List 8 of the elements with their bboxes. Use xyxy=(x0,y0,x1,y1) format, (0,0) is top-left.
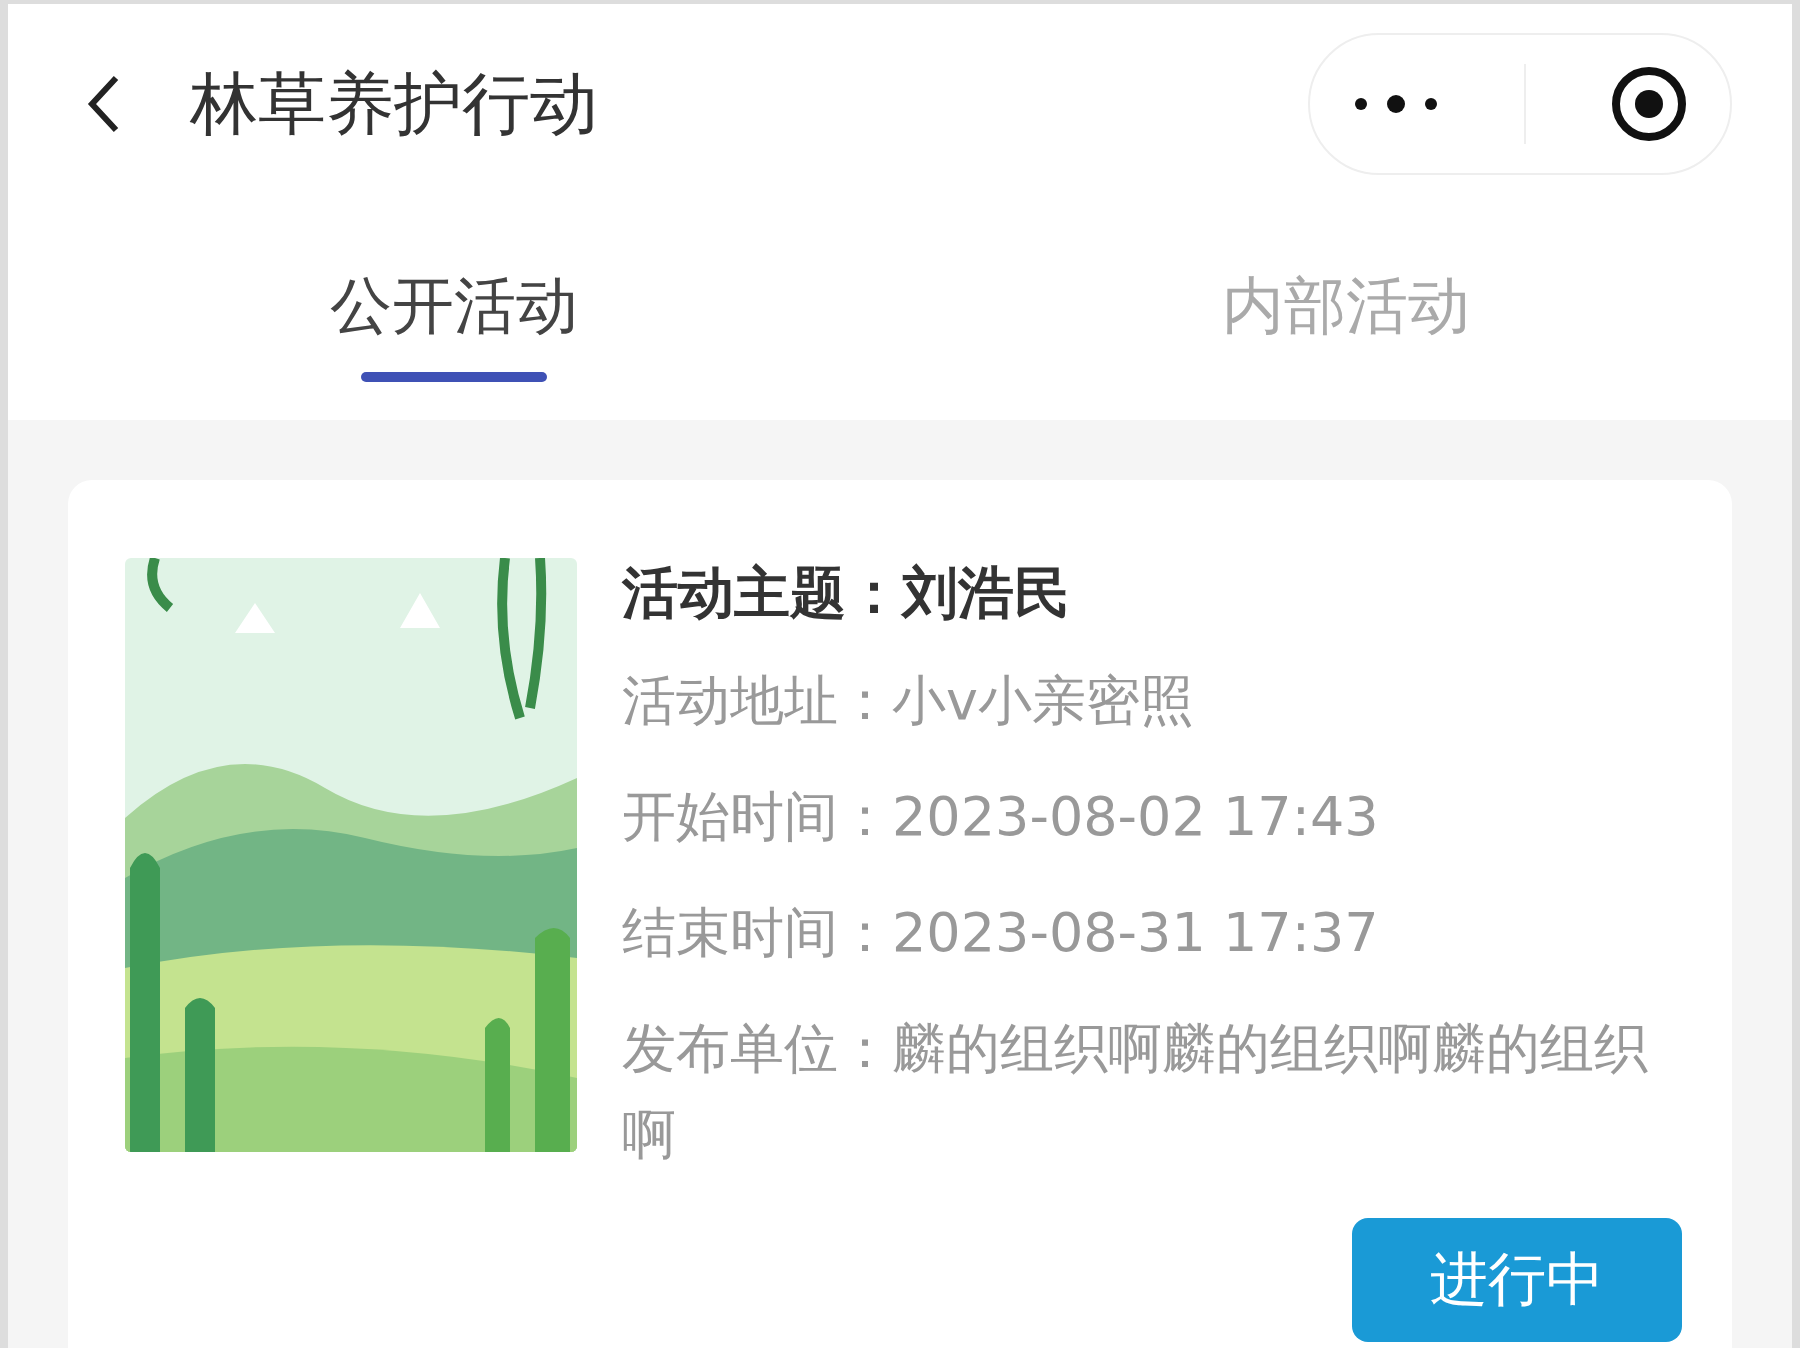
activity-subject: 活动主题：刘浩民 xyxy=(622,559,1071,627)
info-line: 开始时间：2023-08-02 17:43 xyxy=(622,784,1380,850)
tab[interactable]: 公开活动 xyxy=(8,204,900,420)
activity-card[interactable]: 活动主题：刘浩民 活动地址：小v小亲密照 开始时间：2023-08-02 17:43 结束时间：2023-08-31 17:37 发布单位：麟的组织啊麟的组织啊麟的组织啊 进行中 xyxy=(68,480,1732,1348)
info-line: 活动地址：小v小亲密照 xyxy=(622,668,1195,734)
page-title: 林草养护行动 xyxy=(190,62,599,145)
info-line: 发布单位：麟的组织啊麟的组织啊麟的组织啊 xyxy=(622,1016,1649,1168)
info-line: 结束时间：2023-08-31 17:37 xyxy=(622,900,1380,966)
